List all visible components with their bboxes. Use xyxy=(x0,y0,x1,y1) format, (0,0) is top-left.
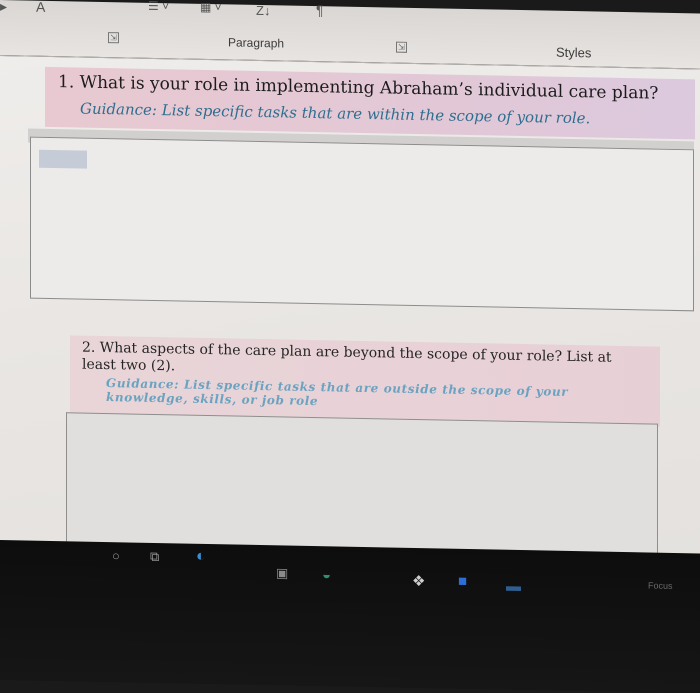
bullets-icon[interactable]: ☰ ˅ xyxy=(148,0,169,13)
question-1-answer-box[interactable] xyxy=(30,136,694,312)
task-view-icon[interactable]: ⧉ xyxy=(150,549,159,565)
cortana-icon[interactable]: ○ xyxy=(112,548,120,563)
dropbox-icon[interactable]: ❖ xyxy=(412,572,425,590)
mail-icon[interactable]: ▬ xyxy=(506,578,521,595)
taskbar: ○ ⧉ ◐ ▣ ◒ ❖ ■ ▬ Focus xyxy=(0,540,700,693)
show-formatting-button[interactable]: ¶ xyxy=(316,2,324,18)
styles-group-label: Styles xyxy=(556,44,592,61)
answer-placeholder-selection[interactable] xyxy=(39,149,87,169)
focus-label[interactable]: Focus xyxy=(648,580,673,590)
sort-button[interactable]: Z↓ xyxy=(256,3,270,18)
app-icon[interactable]: ◒ xyxy=(322,566,331,583)
document-page[interactable]: 1. What is your role in implementing Abr… xyxy=(0,56,700,575)
font-color-button[interactable]: A xyxy=(36,0,45,15)
paragraph-dialog-launcher-icon[interactable]: ⇲ xyxy=(396,41,407,53)
font-size-icon[interactable]: ▸ xyxy=(0,0,7,15)
borders-icon[interactable]: ▦ ˅ xyxy=(200,0,222,14)
paragraph-group-label: Paragraph xyxy=(228,35,285,51)
word-icon[interactable]: ■ xyxy=(458,573,467,590)
font-dialog-launcher-icon[interactable]: ⇲ xyxy=(108,32,119,44)
store-icon[interactable]: ▣ xyxy=(276,565,288,581)
edge-icon[interactable]: ◐ xyxy=(196,548,206,566)
photo-scene: A ▸ ☰ ˅ ▦ ˅ Z↓ ¶ ⇲ Paragraph ⇲ Styles 1.… xyxy=(0,0,700,693)
